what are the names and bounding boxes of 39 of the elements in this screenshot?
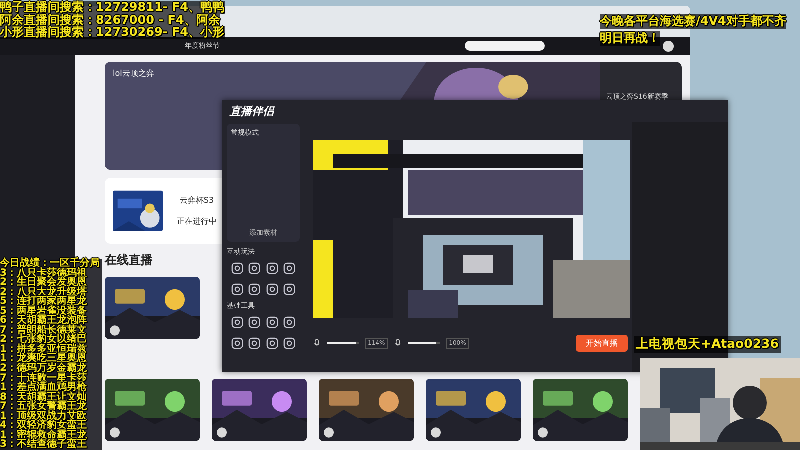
tool-icon[interactable] — [282, 316, 296, 329]
avatar-icon[interactable] — [663, 40, 674, 52]
tool-icon[interactable] — [282, 283, 296, 296]
channel-name: lol云顶之弈 — [113, 68, 154, 79]
tool-icon[interactable] — [282, 262, 296, 275]
tool-icon[interactable] — [231, 283, 244, 296]
tool-icon[interactable] — [231, 262, 244, 275]
record-line: 4：双轻济豹女蛮王 — [0, 421, 88, 431]
tool-icon[interactable] — [231, 337, 244, 350]
tool-icon[interactable] — [266, 262, 279, 275]
overlay-text: 鸭子直播间搜索：12729811- F4、鸭鸭 — [0, 1, 225, 14]
overlay-text: 上电视包天+Atao0236 — [634, 336, 781, 353]
record-line: 6：天胡霸王龙泡阵 — [0, 316, 88, 326]
tool-icon[interactable] — [266, 337, 279, 350]
overlay-text: 明日再战！ — [600, 31, 660, 46]
tool-icon[interactable] — [248, 262, 262, 275]
tool-icon[interactable] — [248, 316, 262, 329]
record-line: 2：生日聚会发奥恩 — [0, 278, 88, 288]
search-field[interactable] — [465, 41, 545, 51]
tool-icon[interactable] — [231, 316, 244, 329]
microphone-icon[interactable] — [394, 339, 402, 347]
tool-icon[interactable] — [266, 316, 279, 329]
tool-icon[interactable] — [248, 283, 262, 296]
record-title: 今日战绩：一区千分局 — [0, 259, 101, 269]
event-title: 云弈杯S3 — [180, 195, 214, 206]
tool-icon[interactable] — [248, 337, 262, 350]
app-logo: 直播伴侣 — [230, 104, 274, 118]
record-line: 5：连打两家两星龙 — [0, 297, 88, 307]
record-line: 2：德玛万岁金霸龙 — [0, 364, 88, 374]
record-line: 7：五张女警霸王龙 — [0, 402, 88, 412]
record-line: 3：不结查德子蛮王 — [0, 440, 88, 450]
event-status: 正在进行中 — [177, 216, 217, 227]
overlay-text: 小形直播间搜索：12730269- F4、小形 — [0, 26, 225, 38]
record-line: 1：差点满血鸡男枪 — [0, 383, 88, 393]
tool-icon[interactable] — [266, 283, 279, 296]
record-line: 2：七张豹女以绪巴 — [0, 335, 88, 345]
section-title: 在线直播 — [105, 252, 153, 269]
microphone-icon[interactable] — [313, 339, 321, 347]
tool-icon[interactable] — [282, 337, 296, 350]
